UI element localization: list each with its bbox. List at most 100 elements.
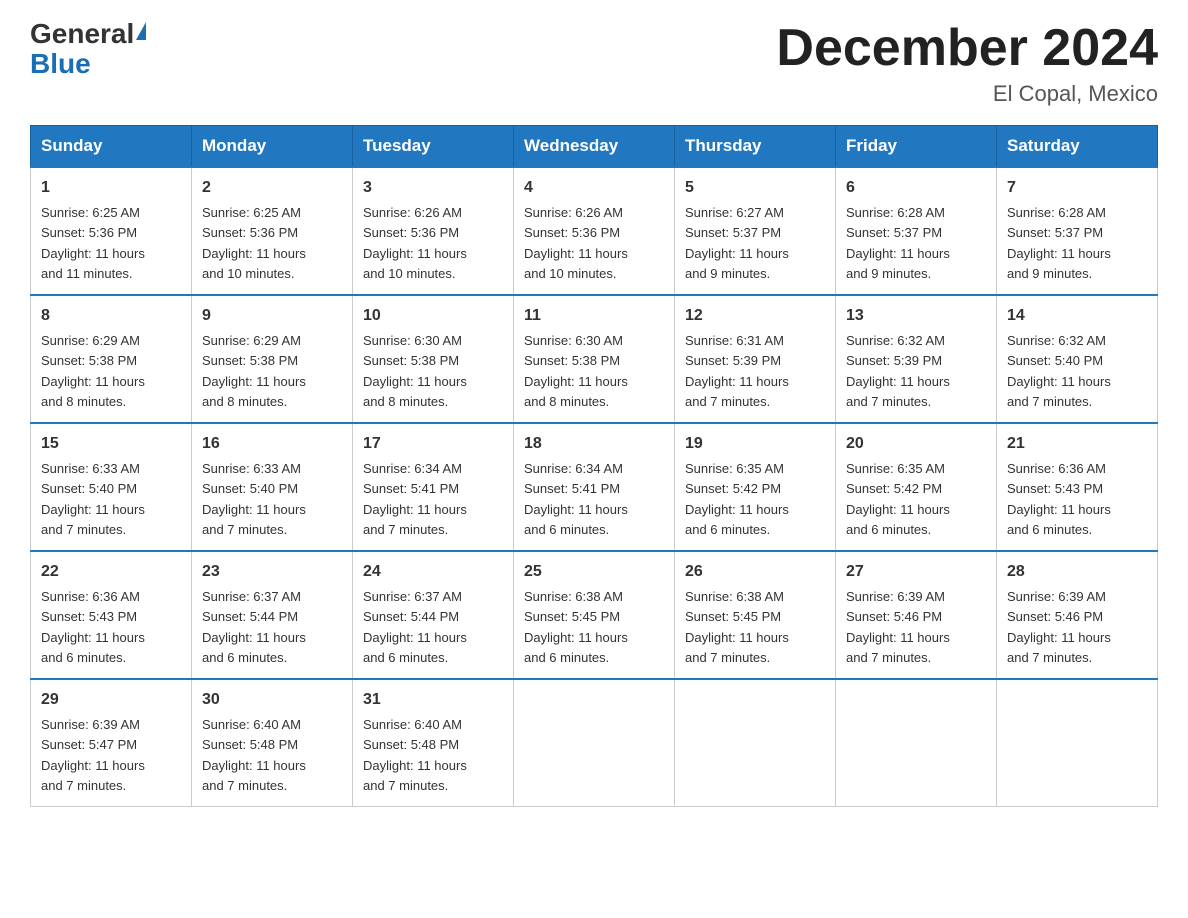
day-number: 22 <box>41 560 181 584</box>
day-number: 7 <box>1007 176 1147 200</box>
calendar-day-cell: 18 Sunrise: 6:34 AMSunset: 5:41 PMDaylig… <box>514 423 675 551</box>
day-number: 1 <box>41 176 181 200</box>
day-number: 2 <box>202 176 342 200</box>
day-info: Sunrise: 6:28 AMSunset: 5:37 PMDaylight:… <box>1007 205 1111 281</box>
day-info: Sunrise: 6:36 AMSunset: 5:43 PMDaylight:… <box>1007 461 1111 537</box>
day-number: 9 <box>202 304 342 328</box>
day-number: 15 <box>41 432 181 456</box>
day-info: Sunrise: 6:39 AMSunset: 5:47 PMDaylight:… <box>41 717 145 793</box>
day-number: 13 <box>846 304 986 328</box>
day-info: Sunrise: 6:27 AMSunset: 5:37 PMDaylight:… <box>685 205 789 281</box>
calendar-day-cell <box>836 679 997 807</box>
title-section: December 2024 El Copal, Mexico <box>776 20 1158 107</box>
day-info: Sunrise: 6:28 AMSunset: 5:37 PMDaylight:… <box>846 205 950 281</box>
calendar-day-cell <box>675 679 836 807</box>
day-of-week-header: Saturday <box>997 126 1158 168</box>
day-info: Sunrise: 6:30 AMSunset: 5:38 PMDaylight:… <box>363 333 467 409</box>
calendar-day-cell <box>514 679 675 807</box>
calendar-week-row: 15 Sunrise: 6:33 AMSunset: 5:40 PMDaylig… <box>31 423 1158 551</box>
day-number: 27 <box>846 560 986 584</box>
logo: General Blue <box>30 20 148 80</box>
calendar-day-cell: 27 Sunrise: 6:39 AMSunset: 5:46 PMDaylig… <box>836 551 997 679</box>
day-info: Sunrise: 6:25 AMSunset: 5:36 PMDaylight:… <box>202 205 306 281</box>
day-number: 24 <box>363 560 503 584</box>
day-number: 19 <box>685 432 825 456</box>
day-of-week-header: Sunday <box>31 126 192 168</box>
page-header: General Blue December 2024 El Copal, Mex… <box>30 20 1158 107</box>
day-number: 16 <box>202 432 342 456</box>
calendar-day-cell: 21 Sunrise: 6:36 AMSunset: 5:43 PMDaylig… <box>997 423 1158 551</box>
calendar-header: SundayMondayTuesdayWednesdayThursdayFrid… <box>31 126 1158 168</box>
day-number: 3 <box>363 176 503 200</box>
day-number: 29 <box>41 688 181 712</box>
calendar-day-cell: 16 Sunrise: 6:33 AMSunset: 5:40 PMDaylig… <box>192 423 353 551</box>
calendar-day-cell: 30 Sunrise: 6:40 AMSunset: 5:48 PMDaylig… <box>192 679 353 807</box>
calendar-day-cell: 13 Sunrise: 6:32 AMSunset: 5:39 PMDaylig… <box>836 295 997 423</box>
calendar-day-cell: 20 Sunrise: 6:35 AMSunset: 5:42 PMDaylig… <box>836 423 997 551</box>
logo-blue-text: Blue <box>30 48 91 80</box>
calendar-day-cell: 25 Sunrise: 6:38 AMSunset: 5:45 PMDaylig… <box>514 551 675 679</box>
calendar-day-cell: 14 Sunrise: 6:32 AMSunset: 5:40 PMDaylig… <box>997 295 1158 423</box>
calendar-body: 1 Sunrise: 6:25 AMSunset: 5:36 PMDayligh… <box>31 167 1158 807</box>
day-info: Sunrise: 6:40 AMSunset: 5:48 PMDaylight:… <box>202 717 306 793</box>
day-number: 12 <box>685 304 825 328</box>
day-info: Sunrise: 6:34 AMSunset: 5:41 PMDaylight:… <box>363 461 467 537</box>
day-info: Sunrise: 6:37 AMSunset: 5:44 PMDaylight:… <box>363 589 467 665</box>
calendar-day-cell: 3 Sunrise: 6:26 AMSunset: 5:36 PMDayligh… <box>353 167 514 295</box>
day-of-week-header: Wednesday <box>514 126 675 168</box>
day-info: Sunrise: 6:29 AMSunset: 5:38 PMDaylight:… <box>202 333 306 409</box>
calendar-week-row: 1 Sunrise: 6:25 AMSunset: 5:36 PMDayligh… <box>31 167 1158 295</box>
calendar-day-cell: 29 Sunrise: 6:39 AMSunset: 5:47 PMDaylig… <box>31 679 192 807</box>
calendar-day-cell: 31 Sunrise: 6:40 AMSunset: 5:48 PMDaylig… <box>353 679 514 807</box>
day-info: Sunrise: 6:33 AMSunset: 5:40 PMDaylight:… <box>202 461 306 537</box>
calendar-day-cell: 7 Sunrise: 6:28 AMSunset: 5:37 PMDayligh… <box>997 167 1158 295</box>
calendar-day-cell: 17 Sunrise: 6:34 AMSunset: 5:41 PMDaylig… <box>353 423 514 551</box>
day-info: Sunrise: 6:32 AMSunset: 5:39 PMDaylight:… <box>846 333 950 409</box>
calendar-week-row: 22 Sunrise: 6:36 AMSunset: 5:43 PMDaylig… <box>31 551 1158 679</box>
day-of-week-header: Thursday <box>675 126 836 168</box>
day-info: Sunrise: 6:31 AMSunset: 5:39 PMDaylight:… <box>685 333 789 409</box>
calendar-day-cell: 9 Sunrise: 6:29 AMSunset: 5:38 PMDayligh… <box>192 295 353 423</box>
day-number: 5 <box>685 176 825 200</box>
calendar-day-cell: 11 Sunrise: 6:30 AMSunset: 5:38 PMDaylig… <box>514 295 675 423</box>
calendar-day-cell: 23 Sunrise: 6:37 AMSunset: 5:44 PMDaylig… <box>192 551 353 679</box>
day-number: 14 <box>1007 304 1147 328</box>
calendar-day-cell: 24 Sunrise: 6:37 AMSunset: 5:44 PMDaylig… <box>353 551 514 679</box>
day-number: 18 <box>524 432 664 456</box>
day-of-week-header: Tuesday <box>353 126 514 168</box>
day-info: Sunrise: 6:38 AMSunset: 5:45 PMDaylight:… <box>685 589 789 665</box>
day-info: Sunrise: 6:33 AMSunset: 5:40 PMDaylight:… <box>41 461 145 537</box>
calendar-day-cell: 26 Sunrise: 6:38 AMSunset: 5:45 PMDaylig… <box>675 551 836 679</box>
day-info: Sunrise: 6:32 AMSunset: 5:40 PMDaylight:… <box>1007 333 1111 409</box>
day-number: 20 <box>846 432 986 456</box>
calendar-day-cell: 15 Sunrise: 6:33 AMSunset: 5:40 PMDaylig… <box>31 423 192 551</box>
day-info: Sunrise: 6:38 AMSunset: 5:45 PMDaylight:… <box>524 589 628 665</box>
day-info: Sunrise: 6:26 AMSunset: 5:36 PMDaylight:… <box>363 205 467 281</box>
day-number: 26 <box>685 560 825 584</box>
calendar-day-cell: 10 Sunrise: 6:30 AMSunset: 5:38 PMDaylig… <box>353 295 514 423</box>
day-info: Sunrise: 6:36 AMSunset: 5:43 PMDaylight:… <box>41 589 145 665</box>
calendar-day-cell: 1 Sunrise: 6:25 AMSunset: 5:36 PMDayligh… <box>31 167 192 295</box>
day-number: 8 <box>41 304 181 328</box>
day-number: 6 <box>846 176 986 200</box>
day-info: Sunrise: 6:26 AMSunset: 5:36 PMDaylight:… <box>524 205 628 281</box>
day-info: Sunrise: 6:30 AMSunset: 5:38 PMDaylight:… <box>524 333 628 409</box>
calendar-day-cell: 6 Sunrise: 6:28 AMSunset: 5:37 PMDayligh… <box>836 167 997 295</box>
day-info: Sunrise: 6:35 AMSunset: 5:42 PMDaylight:… <box>685 461 789 537</box>
calendar-day-cell: 12 Sunrise: 6:31 AMSunset: 5:39 PMDaylig… <box>675 295 836 423</box>
day-of-week-header: Monday <box>192 126 353 168</box>
calendar-day-cell <box>997 679 1158 807</box>
days-of-week-row: SundayMondayTuesdayWednesdayThursdayFrid… <box>31 126 1158 168</box>
location-subtitle: El Copal, Mexico <box>776 81 1158 107</box>
day-number: 25 <box>524 560 664 584</box>
day-info: Sunrise: 6:34 AMSunset: 5:41 PMDaylight:… <box>524 461 628 537</box>
calendar-day-cell: 22 Sunrise: 6:36 AMSunset: 5:43 PMDaylig… <box>31 551 192 679</box>
day-number: 21 <box>1007 432 1147 456</box>
calendar-week-row: 29 Sunrise: 6:39 AMSunset: 5:47 PMDaylig… <box>31 679 1158 807</box>
calendar-day-cell: 2 Sunrise: 6:25 AMSunset: 5:36 PMDayligh… <box>192 167 353 295</box>
day-of-week-header: Friday <box>836 126 997 168</box>
calendar-table: SundayMondayTuesdayWednesdayThursdayFrid… <box>30 125 1158 807</box>
day-info: Sunrise: 6:25 AMSunset: 5:36 PMDaylight:… <box>41 205 145 281</box>
day-info: Sunrise: 6:37 AMSunset: 5:44 PMDaylight:… <box>202 589 306 665</box>
calendar-day-cell: 4 Sunrise: 6:26 AMSunset: 5:36 PMDayligh… <box>514 167 675 295</box>
